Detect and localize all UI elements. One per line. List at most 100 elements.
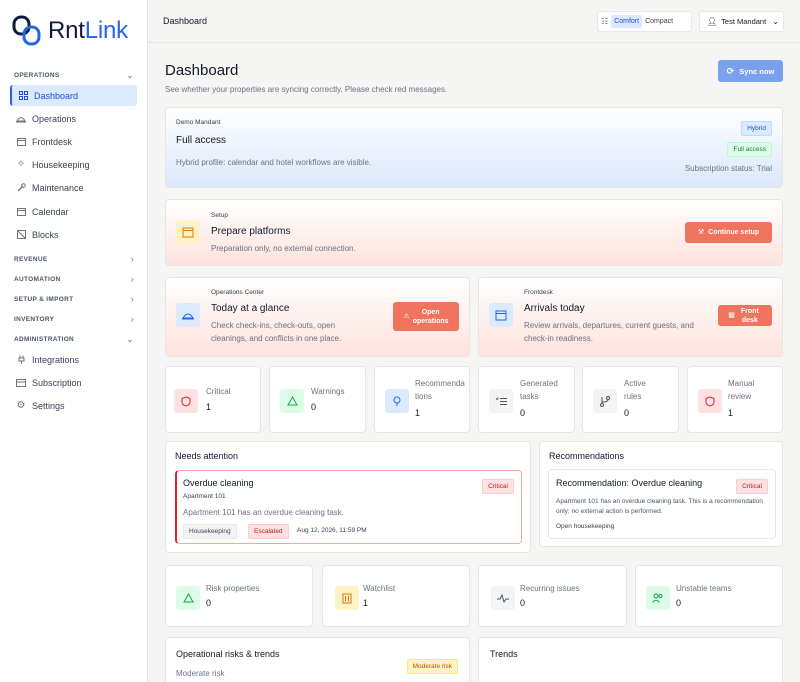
user-icon: 👤︎ bbox=[707, 17, 718, 26]
sidebar-item-label: Frontdesk bbox=[32, 136, 73, 147]
sidebar-item-calendar[interactable]: Calendar bbox=[10, 201, 137, 222]
open-operations-button[interactable]: ⚠ Open operations bbox=[393, 302, 459, 331]
sidebar-item-subscription[interactable]: Subscription bbox=[10, 372, 137, 393]
block-icon bbox=[16, 230, 26, 240]
severity-badge: Critical bbox=[736, 479, 768, 494]
frontdesk-desc: Review arrivals, departures, current gue… bbox=[524, 321, 694, 343]
attention-item-title: Overdue cleaning bbox=[183, 478, 254, 488]
stat-value: 0 bbox=[624, 408, 630, 418]
section-administration[interactable]: ADMINISTRATION ⌄ bbox=[14, 334, 134, 344]
brand-name: RntLink bbox=[48, 17, 128, 45]
front-desk-button[interactable]: ▦ Front desk bbox=[718, 305, 772, 326]
section-revenue[interactable]: REVENUE › bbox=[14, 254, 134, 264]
risk-level: Moderate risk bbox=[176, 669, 225, 678]
branch-icon bbox=[593, 389, 617, 413]
risk-stat-watchlist[interactable]: Watchlist 1 bbox=[322, 565, 470, 627]
chevron-right-icon: › bbox=[130, 254, 134, 264]
stat-critical[interactable]: Critical 1 bbox=[165, 366, 261, 433]
recommendation-item-desc: Apartment 101 has an overdue cleaning ta… bbox=[556, 498, 763, 515]
bulb-icon bbox=[385, 389, 409, 413]
calendar-check-icon bbox=[16, 137, 26, 147]
full-access-badge: Full access bbox=[727, 142, 772, 157]
calendar-check-icon bbox=[489, 303, 513, 327]
stat-recommendations[interactable]: Recommendations 1 bbox=[374, 366, 470, 433]
operational-risks-title: Operational risks & trends bbox=[176, 649, 280, 659]
hybrid-badge: Hybrid bbox=[741, 121, 772, 136]
access-title: Full access bbox=[176, 135, 227, 146]
sidebar-item-housekeeping[interactable]: ✧ Housekeeping bbox=[10, 154, 137, 175]
stat-value: 0 bbox=[311, 402, 317, 412]
section-administration-label: ADMINISTRATION bbox=[14, 336, 75, 343]
plug-icon bbox=[16, 355, 26, 365]
section-inventory-label: INVENTORY bbox=[14, 316, 55, 323]
access-card: Demo Mandant Full access Hybrid profile:… bbox=[165, 107, 783, 188]
recommendation-item[interactable]: Recommendation: Overdue cleaning Critica… bbox=[548, 469, 776, 539]
setup-title: Prepare platforms bbox=[211, 226, 291, 237]
front-desk-label: Front desk bbox=[740, 307, 759, 324]
bell-icon bbox=[176, 303, 200, 327]
risk-badge: Moderate risk bbox=[406, 659, 458, 674]
density-toggle[interactable]: ☷ Comfort Compact bbox=[597, 11, 692, 32]
user-name: Test Mandant bbox=[721, 17, 767, 26]
risk-stat-recurring-issues[interactable]: Recurring issues 0 bbox=[478, 565, 627, 627]
building-icon bbox=[335, 586, 359, 610]
recommendations-panel: Recommendations Recommendation: Overdue … bbox=[539, 441, 783, 547]
frontdesk-card: Frontdesk Arrivals today Review arrivals… bbox=[478, 277, 783, 357]
sidebar-item-label: Settings bbox=[32, 400, 65, 411]
calendar-setup-icon bbox=[176, 220, 200, 244]
sidebar-item-maintenance[interactable]: Maintenance bbox=[10, 177, 137, 198]
stat-label: Recommendations bbox=[415, 379, 465, 401]
sidebar-item-integrations[interactable]: Integrations bbox=[10, 349, 137, 370]
section-operations[interactable]: OPERATIONS ⌄ bbox=[14, 70, 134, 80]
sidebar-item-frontdesk[interactable]: Frontdesk bbox=[10, 131, 137, 152]
trends-title: Trends bbox=[490, 649, 518, 659]
attention-item[interactable]: Overdue cleaning Apartment 101 Apartment… bbox=[175, 470, 522, 544]
gear-icon: ⚙ bbox=[16, 400, 26, 411]
stat-value: 0 bbox=[520, 598, 526, 608]
sidebar-item-operations[interactable]: Operations bbox=[10, 108, 137, 129]
stat-value: 0 bbox=[520, 408, 526, 418]
logo[interactable]: RntLink bbox=[12, 14, 128, 48]
stat-value: 1 bbox=[728, 408, 734, 418]
bell-icon bbox=[16, 114, 26, 124]
risk-stat-unstable-teams[interactable]: Unstable teams 0 bbox=[635, 565, 783, 627]
stat-manual-review[interactable]: Manual review 1 bbox=[687, 366, 783, 433]
sidebar-item-blocks[interactable]: Blocks bbox=[10, 224, 137, 245]
density-compact-option[interactable]: Compact bbox=[642, 15, 676, 28]
stat-active-rules[interactable]: Active rules 0 bbox=[582, 366, 679, 433]
section-operations-label: OPERATIONS bbox=[14, 72, 60, 79]
stat-label: Risk properties bbox=[206, 584, 260, 593]
stat-generated-tasks[interactable]: Generated tasks 0 bbox=[478, 366, 575, 433]
frontdesk-kicker: Frontdesk bbox=[524, 289, 553, 296]
main-content: Dashboard See whether your properties ar… bbox=[148, 43, 800, 682]
sync-now-button[interactable]: ⟳ Sync now bbox=[718, 60, 783, 82]
stat-label: Manual review bbox=[728, 379, 755, 401]
recommendation-item-title: Recommendation: Overdue cleaning bbox=[556, 478, 703, 488]
section-automation[interactable]: AUTOMATION › bbox=[14, 274, 134, 284]
breadcrumb: Dashboard bbox=[163, 16, 208, 26]
section-inventory[interactable]: INVENTORY › bbox=[14, 314, 134, 324]
topbar: Dashboard ☷ Comfort Compact 👤︎ Test Mand… bbox=[148, 0, 800, 43]
attention-timestamp: Aug 12, 2026, 11:59 PM bbox=[297, 527, 367, 534]
user-menu[interactable]: 👤︎ Test Mandant ⌄ bbox=[699, 11, 784, 32]
brand-part-2: Link bbox=[84, 17, 128, 44]
chain-link-icon bbox=[12, 15, 41, 46]
section-revenue-label: REVENUE bbox=[14, 256, 48, 263]
section-setup-import[interactable]: SETUP & IMPORT › bbox=[14, 294, 134, 304]
density-comfort-option[interactable]: Comfort bbox=[611, 15, 643, 28]
stat-label: Critical bbox=[206, 387, 231, 396]
continue-setup-button[interactable]: ⚒ Continue setup bbox=[685, 222, 772, 243]
sidebar-item-settings[interactable]: ⚙ Settings bbox=[10, 395, 137, 416]
setup-desc: Preparation only, no external connection… bbox=[211, 244, 356, 253]
stat-value: 0 bbox=[206, 598, 212, 608]
sidebar-item-label: Housekeeping bbox=[32, 159, 90, 170]
chevron-right-icon: › bbox=[130, 314, 134, 324]
warning-icon bbox=[176, 586, 200, 610]
stat-label: Generated tasks bbox=[520, 379, 558, 401]
stat-label: Warnings bbox=[311, 387, 345, 396]
open-housekeeping-link[interactable]: Open housekeeping bbox=[556, 523, 614, 530]
stat-warnings[interactable]: Warnings 0 bbox=[269, 366, 366, 433]
risk-stat-risk-properties[interactable]: Risk properties 0 bbox=[165, 565, 313, 627]
sidebar-item-dashboard[interactable]: Dashboard bbox=[10, 85, 137, 106]
sidebar-item-label: Subscription bbox=[32, 377, 82, 388]
